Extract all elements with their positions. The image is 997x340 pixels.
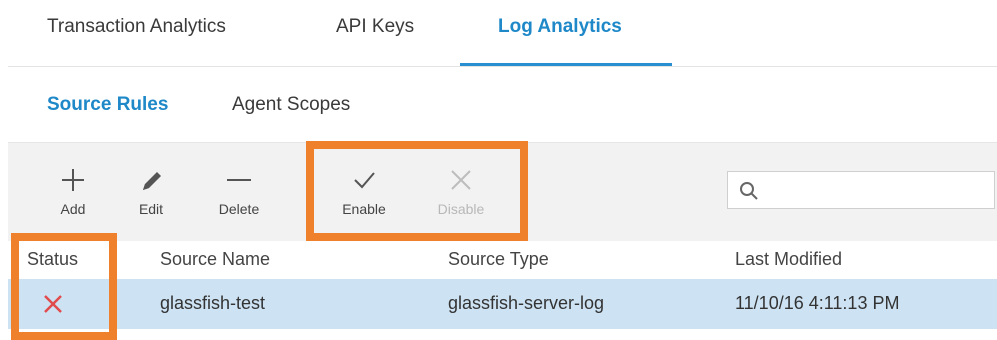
column-header-last-modified[interactable]: Last Modified (735, 249, 842, 270)
source-name-cell: glassfish-test (160, 293, 266, 313)
tab-log-analytics[interactable]: Log Analytics (498, 16, 622, 38)
tab-divider (8, 66, 997, 67)
delete-button[interactable]: Delete (204, 161, 274, 217)
add-label: Add (60, 201, 86, 217)
edit-label: Edit (138, 201, 164, 217)
edit-button[interactable]: Edit (116, 161, 186, 217)
tab-transaction-analytics[interactable]: Transaction Analytics (47, 16, 226, 38)
column-header-source-name[interactable]: Source Name (160, 249, 270, 270)
pencil-icon (143, 172, 161, 190)
search-input[interactable] (727, 171, 995, 209)
delete-label: Delete (218, 201, 260, 217)
add-button[interactable]: Add (38, 161, 108, 217)
source-type-cell: glassfish-server-log (448, 293, 605, 313)
plus-icon (62, 169, 84, 191)
status-column-highlight (11, 233, 117, 340)
table-row[interactable]: glassfish-test glassfish-server-log 11/1… (8, 279, 997, 329)
tab-agent-scopes[interactable]: Agent Scopes (232, 94, 350, 116)
search-icon (740, 182, 758, 200)
tab-api-keys[interactable]: API Keys (336, 16, 414, 38)
minus-icon (227, 179, 251, 181)
tab-source-rules[interactable]: Source Rules (47, 94, 168, 116)
enable-disable-highlight (306, 141, 528, 241)
column-header-source-type[interactable]: Source Type (448, 249, 549, 270)
last-modified-cell: 11/10/16 4:11:13 PM (735, 293, 900, 313)
